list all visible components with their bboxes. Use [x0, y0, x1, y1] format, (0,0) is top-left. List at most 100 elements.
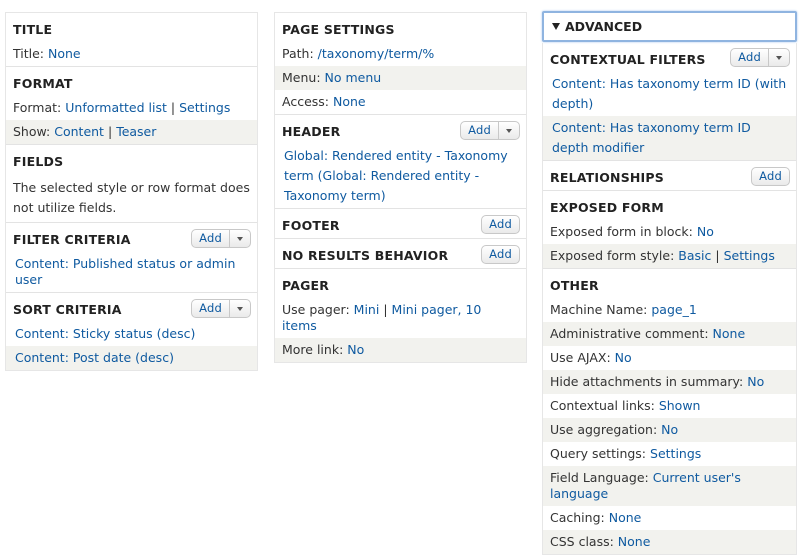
- section-sort-criteria: SORT CRITERIA Add Content: Sticky status…: [6, 293, 257, 370]
- section-other: OTHER Machine Name: page_1 Administrativ…: [543, 269, 796, 554]
- other-row: Contextual links: Shown: [550, 398, 701, 413]
- section-heading: FORMAT: [13, 76, 73, 91]
- list-item: Content: Sticky status (desc): [6, 322, 257, 346]
- chevron-down-icon: [237, 236, 243, 241]
- show-row: Show: Content | Teaser: [6, 120, 257, 144]
- fields-note: The selected style or row format does no…: [13, 180, 250, 215]
- format-value-link[interactable]: Unformatted list: [65, 100, 167, 115]
- chevron-down-icon: [506, 128, 512, 133]
- section-heading: TITLE: [13, 22, 53, 37]
- no-results-add-button[interactable]: Add: [481, 245, 520, 264]
- advanced-toggle[interactable]: ADVANCED: [542, 11, 797, 42]
- exposed-settings-link[interactable]: Settings: [724, 248, 775, 263]
- section-heading: PAGER: [282, 278, 330, 293]
- other-value-link[interactable]: Settings: [650, 446, 701, 461]
- list-item: Global: Rendered entity - Taxonomy term …: [275, 144, 526, 208]
- header-add-button[interactable]: Add: [460, 121, 520, 140]
- use-pager-link[interactable]: Mini: [354, 302, 380, 317]
- section-heading: SORT CRITERIA: [13, 302, 122, 317]
- section-format: FORMAT Format: Unformatted list | Settings…: [6, 67, 257, 145]
- other-value-link[interactable]: None: [618, 534, 651, 549]
- other-value-link[interactable]: No: [747, 374, 764, 389]
- section-header: HEADER Add Global: Rendered entity - Tax…: [275, 115, 526, 209]
- path-value-link[interactable]: /taxonomy/term/%: [318, 46, 435, 61]
- sort-add-dropdown[interactable]: [229, 300, 250, 317]
- section-heading: RELATIONSHIPS: [550, 170, 664, 185]
- format-row: Format: Unformatted list | Settings: [13, 100, 231, 115]
- access-value-link[interactable]: None: [333, 94, 366, 109]
- exposed-style-link[interactable]: Basic: [678, 248, 711, 263]
- column-advanced: ADVANCED CONTEXTUAL FILTERS Add Content:…: [542, 11, 797, 555]
- filter-add-dropdown[interactable]: [229, 230, 250, 247]
- section-heading: FILTER CRITERIA: [13, 232, 131, 247]
- section-heading: HEADER: [282, 124, 341, 139]
- triangle-down-icon: [552, 23, 560, 30]
- other-row: Machine Name: page_1: [550, 302, 697, 317]
- filter-item-link[interactable]: Content: Published status or admin user: [15, 256, 235, 287]
- column-basic: TITLE Title: None FORMAT Format: Unforma…: [5, 12, 258, 371]
- section-heading: FIELDS: [13, 154, 64, 169]
- other-row: Hide attachments in summary: No: [543, 370, 796, 394]
- other-row: Field Language: Current user's language: [543, 466, 796, 506]
- section-heading: EXPOSED FORM: [550, 200, 664, 215]
- column-page: PAGE SETTINGS Path: /taxonomy/term/% Men…: [274, 12, 527, 363]
- section-heading: CONTEXTUAL FILTERS: [550, 52, 706, 67]
- section-filter-criteria: FILTER CRITERIA Add Content: Published s…: [6, 223, 257, 293]
- other-value-link[interactable]: None: [609, 510, 642, 525]
- show-value-link[interactable]: Content: [54, 124, 104, 139]
- format-settings-link[interactable]: Settings: [179, 100, 230, 115]
- list-item: Content: Has taxonomy term ID (with dept…: [543, 72, 796, 116]
- other-value-link[interactable]: No: [615, 350, 632, 365]
- path-row: Path: /taxonomy/term/%: [282, 46, 435, 61]
- exposed-block-row: Exposed form in block: No: [550, 224, 714, 239]
- other-row: Query settings: Settings: [550, 446, 702, 461]
- title-row: Title: None: [13, 46, 81, 61]
- section-heading: FOOTER: [282, 218, 340, 233]
- menu-row: Menu: No menu: [275, 66, 526, 90]
- more-link-value[interactable]: No: [347, 342, 364, 357]
- section-no-results: NO RESULTS BEHAVIOR Add: [275, 239, 526, 269]
- section-pager: PAGER Use pager: Mini | Mini pager, 10 ite…: [275, 269, 526, 362]
- section-fields: FIELDS The selected style or row format …: [6, 145, 257, 223]
- header-add-dropdown[interactable]: [498, 122, 519, 139]
- contextual-add-button[interactable]: Add: [730, 48, 790, 67]
- footer-add-button[interactable]: Add: [481, 215, 520, 234]
- contextual-item-link[interactable]: Content: Has taxonomy term ID (with dept…: [552, 76, 786, 111]
- other-value-link[interactable]: Shown: [659, 398, 701, 413]
- sort-add-button[interactable]: Add: [191, 299, 251, 318]
- contextual-item-link[interactable]: Content: Has taxonomy term ID depth modi…: [552, 120, 751, 155]
- section-heading: PAGE SETTINGS: [282, 22, 395, 37]
- other-value-link[interactable]: page_1: [651, 302, 696, 317]
- contextual-add-dropdown[interactable]: [768, 49, 789, 66]
- list-item: Content: Published status or admin user: [6, 252, 257, 292]
- sort-item-link[interactable]: Content: Post date (desc): [15, 350, 174, 365]
- menu-value-link[interactable]: No menu: [325, 70, 382, 85]
- other-row: Use AJAX: No: [550, 350, 632, 365]
- section-heading: NO RESULTS BEHAVIOR: [282, 248, 449, 263]
- more-link-row: More link: No: [275, 338, 526, 362]
- exposed-block-link[interactable]: No: [697, 224, 714, 239]
- sort-item-link[interactable]: Content: Sticky status (desc): [15, 326, 195, 341]
- title-value-link[interactable]: None: [48, 46, 81, 61]
- other-row: CSS class: None: [543, 530, 796, 554]
- section-page-settings: PAGE SETTINGS Path: /taxonomy/term/% Men…: [275, 13, 526, 115]
- other-value-link[interactable]: None: [713, 326, 746, 341]
- section-contextual-filters: CONTEXTUAL FILTERS Add Content: Has taxo…: [543, 43, 796, 161]
- other-row: Caching: None: [550, 510, 642, 525]
- use-pager-row: Use pager: Mini | Mini pager, 10 items: [282, 302, 482, 333]
- filter-add-button[interactable]: Add: [191, 229, 251, 248]
- other-value-link[interactable]: No: [661, 422, 678, 437]
- chevron-down-icon: [776, 55, 782, 60]
- other-row: Use aggregation: No: [543, 418, 796, 442]
- section-heading: OTHER: [550, 278, 599, 293]
- list-item: Content: Has taxonomy term ID depth modi…: [543, 116, 796, 160]
- access-row: Access: None: [282, 94, 366, 109]
- section-exposed-form: EXPOSED FORM Exposed form in block: No E…: [543, 191, 796, 269]
- section-footer: FOOTER Add: [275, 209, 526, 239]
- show-teaser-link[interactable]: Teaser: [116, 124, 156, 139]
- list-item: Content: Post date (desc): [6, 346, 257, 370]
- section-title: TITLE Title: None: [6, 13, 257, 67]
- relationships-add-button[interactable]: Add: [751, 167, 790, 186]
- header-item-link[interactable]: Global: Rendered entity - Taxonomy term …: [284, 148, 508, 203]
- chevron-down-icon: [237, 306, 243, 311]
